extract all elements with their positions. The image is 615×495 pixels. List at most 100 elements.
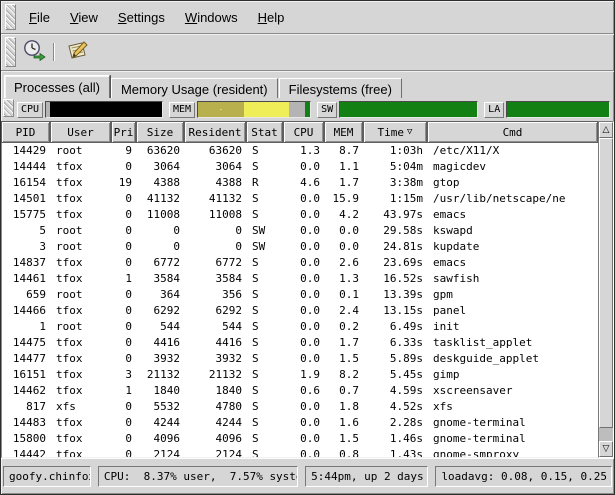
- cell-cmd: emacs: [428, 255, 598, 271]
- cell-cpu: 0.0: [284, 207, 325, 223]
- process-row[interactable]: 16151tfox32113221132S1.98.25.45sgimp: [2, 367, 598, 383]
- process-row[interactable]: 14501tfox04113241132S0.015.91:15m/usr/li…: [2, 191, 598, 207]
- process-row[interactable]: 14461tfox135843584S0.01.316.52ssawfish: [2, 271, 598, 287]
- process-row[interactable]: 5root000SW0.00.029.58skswapd: [2, 223, 598, 239]
- cell-cmd: /usr/lib/netscape/ne: [428, 191, 598, 207]
- cell-cmd: init: [428, 319, 598, 335]
- cell-pri: 0: [112, 239, 137, 255]
- cell-resident: 1840: [185, 383, 247, 399]
- tab-memory-usage-resident[interactable]: Memory Usage (resident): [111, 78, 278, 98]
- cell-time: 1:03h: [364, 143, 428, 159]
- scroll-down-button[interactable]: ▽: [599, 441, 613, 457]
- refresh-timer-button[interactable]: [19, 38, 49, 66]
- column-header-mem[interactable]: MEM: [324, 121, 363, 143]
- column-header-label: Pri: [114, 126, 134, 139]
- cell-cmd: deskguide_applet: [428, 351, 598, 367]
- cell-pid: 659: [2, 287, 51, 303]
- menu-settings[interactable]: Settings: [108, 5, 175, 30]
- cell-resident: 4416: [185, 335, 247, 351]
- process-row[interactable]: 14466tfox062926292S0.02.413.15spanel: [2, 303, 598, 319]
- column-header-label: Size: [147, 126, 174, 139]
- process-row[interactable]: 15775tfox01100811008S0.04.243.97semacs: [2, 207, 598, 223]
- process-row[interactable]: 16154tfox1943884388R4.61.73:38mgtop: [2, 175, 598, 191]
- process-row[interactable]: 3root000SW0.00.024.81skupdate: [2, 239, 598, 255]
- process-row[interactable]: 1root0544544S0.00.26.49sinit: [2, 319, 598, 335]
- cell-cpu: 0.6: [284, 383, 325, 399]
- tab-filesystems-free[interactable]: Filesystems (free): [279, 78, 402, 98]
- process-row[interactable]: 14429root96362063620S1.38.71:03h/etc/X11…: [2, 143, 598, 159]
- vertical-scrollbar[interactable]: △ ▽: [598, 121, 614, 458]
- cell-cpu: 0.0: [284, 431, 325, 447]
- cell-mem: 8.2: [325, 367, 364, 383]
- cell-cmd: gnome-terminal: [428, 415, 598, 431]
- mem-meter-segment: [305, 102, 310, 117]
- cell-resident: 0: [185, 223, 247, 239]
- toolbar-grip-handle[interactable]: [5, 37, 16, 67]
- cell-size: 5532: [137, 399, 185, 415]
- process-row[interactable]: 817xfs055324780S0.01.84.52sxfs: [2, 399, 598, 415]
- menu-view[interactable]: View: [60, 5, 108, 30]
- process-row[interactable]: 14483tfox042444244S0.01.62.28sgnome-term…: [2, 415, 598, 431]
- column-header-resident[interactable]: Resident: [184, 121, 246, 143]
- cell-time: 4.59s: [364, 383, 428, 399]
- scrollbar-thumb[interactable]: [599, 138, 613, 428]
- mem-meter-bar: [197, 101, 311, 118]
- sw-meter-segment: [340, 102, 477, 117]
- cell-user: tfox: [51, 351, 112, 367]
- mem-meter-segment: [289, 102, 305, 117]
- menubar-grip-handle[interactable]: [5, 4, 16, 30]
- cell-cpu: 1.3: [284, 143, 325, 159]
- cell-stat: S: [247, 319, 284, 335]
- column-header-user[interactable]: User: [50, 121, 111, 143]
- scroll-up-button[interactable]: △: [599, 122, 613, 138]
- cell-user: tfox: [51, 431, 112, 447]
- menu-help[interactable]: Help: [248, 5, 295, 30]
- cell-pri: 0: [112, 447, 137, 458]
- cell-size: 0: [137, 239, 185, 255]
- cell-size: 63620: [137, 143, 185, 159]
- cell-mem: 2.6: [325, 255, 364, 271]
- cell-cpu: 0.0: [284, 447, 325, 458]
- cpu-meter-bar: [45, 101, 163, 118]
- column-header-cmd[interactable]: Cmd: [427, 121, 598, 143]
- cell-size: 2124: [137, 447, 185, 458]
- cell-size: 21132: [137, 367, 185, 383]
- column-header-cpu[interactable]: CPU: [283, 121, 324, 143]
- column-header-time[interactable]: Time▽: [363, 121, 427, 143]
- process-row[interactable]: 14475tfox044164416S0.01.76.33stasklist_a…: [2, 335, 598, 351]
- column-header-size[interactable]: Size: [136, 121, 184, 143]
- process-row[interactable]: 14462tfox118401840S0.60.74.59sxscreensav…: [2, 383, 598, 399]
- cell-size: 4244: [137, 415, 185, 431]
- cell-resident: 63620: [185, 143, 247, 159]
- cell-pid: 16151: [2, 367, 51, 383]
- menu-windows[interactable]: Windows: [175, 5, 248, 30]
- column-header-pid[interactable]: PID: [1, 121, 50, 143]
- tab-processes-all[interactable]: Processes (all): [4, 75, 110, 98]
- cell-pid: 14442: [2, 447, 51, 458]
- process-row[interactable]: 14477tfox039323932S0.01.55.89sdeskguide_…: [2, 351, 598, 367]
- scrollbar-trough[interactable]: [599, 428, 613, 441]
- process-row[interactable]: 659root0364356S0.00.113.39sgpm: [2, 287, 598, 303]
- cell-stat: S: [247, 367, 284, 383]
- cell-cmd: emacs: [428, 207, 598, 223]
- cell-pri: 0: [112, 191, 137, 207]
- cell-stat: S: [247, 207, 284, 223]
- process-row[interactable]: 14444tfox030643064S0.01.15:04mmagicdev: [2, 159, 598, 175]
- column-header-pri[interactable]: Pri: [111, 121, 136, 143]
- menu-file[interactable]: File: [19, 5, 60, 30]
- meters-grip-handle[interactable]: [3, 99, 14, 117]
- cell-pri: 0: [112, 287, 137, 303]
- cell-pri: 0: [112, 335, 137, 351]
- cell-user: tfox: [51, 191, 112, 207]
- process-row[interactable]: 14442tfox021242124S0.00.81.43sgnome-smpr…: [2, 447, 598, 458]
- cell-cpu: 0.0: [284, 159, 325, 175]
- cell-stat: S: [247, 191, 284, 207]
- process-row[interactable]: 15800tfox040964096S0.01.51.46sgnome-term…: [2, 431, 598, 447]
- cell-mem: 4.2: [325, 207, 364, 223]
- sort-descending-icon: ▽: [407, 127, 412, 137]
- cell-user: tfox: [51, 207, 112, 223]
- process-row[interactable]: 14837tfox067726772S0.02.623.69semacs: [2, 255, 598, 271]
- process-details-button[interactable]: [61, 38, 91, 66]
- cell-pri: 0: [112, 303, 137, 319]
- column-header-stat[interactable]: Stat: [246, 121, 283, 143]
